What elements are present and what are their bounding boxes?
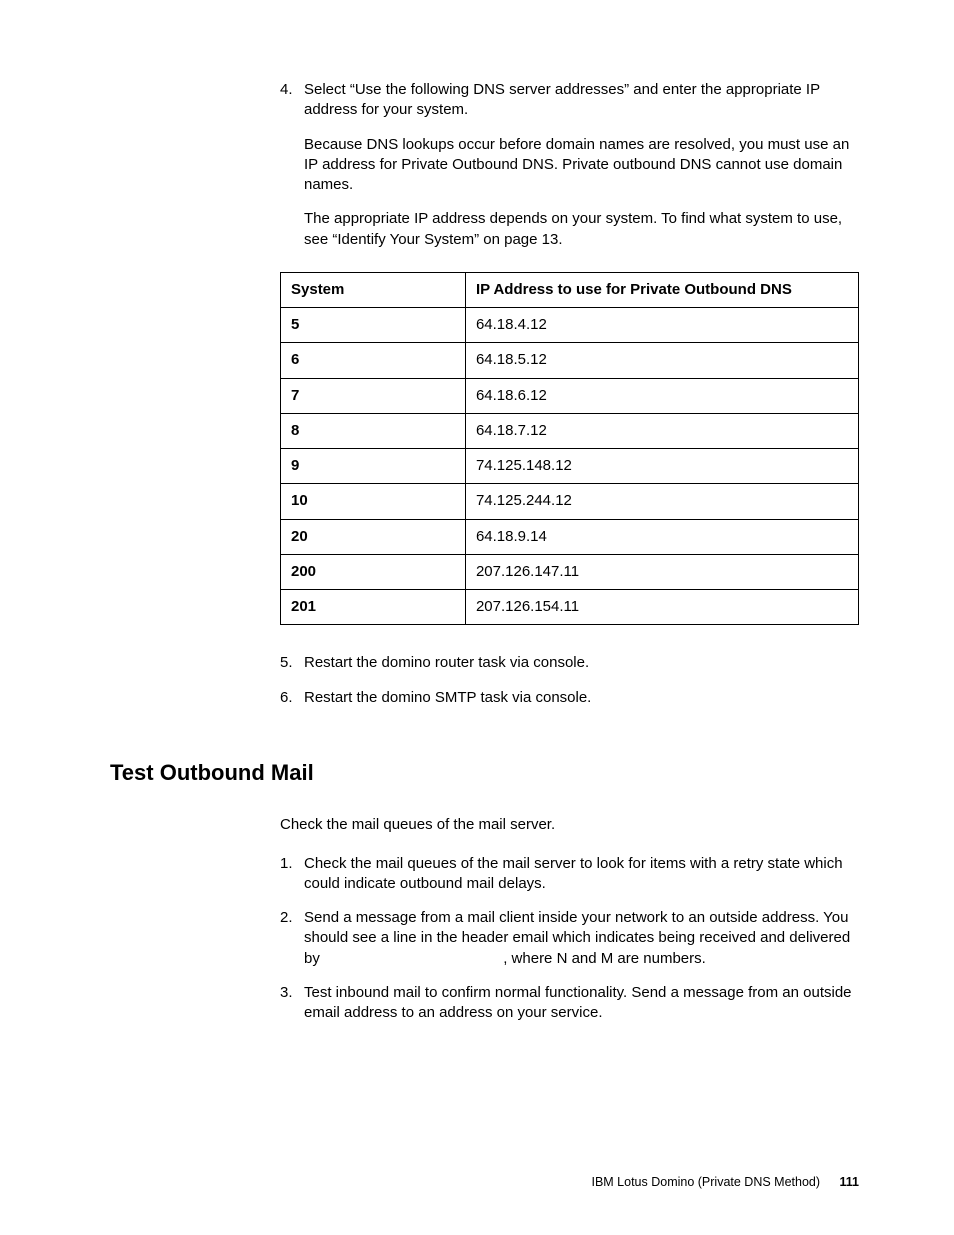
- table-row: 201207.126.154.11: [281, 590, 859, 625]
- table-row: 1074.125.244.12: [281, 484, 859, 519]
- list-item-2: 2. Send a message from a mail client ins…: [280, 908, 859, 969]
- cell-system: 10: [281, 484, 466, 519]
- list-number: 5.: [280, 653, 304, 673]
- list-body: Restart the domino router task via conso…: [304, 653, 859, 673]
- list-number: 2.: [280, 908, 304, 969]
- list-body: Test inbound mail to confirm normal func…: [304, 983, 859, 1024]
- cell-ip: 74.125.148.12: [465, 449, 858, 484]
- cell-system: 201: [281, 590, 466, 625]
- table-row: 974.125.148.12: [281, 449, 859, 484]
- table-row: 564.18.4.12: [281, 308, 859, 343]
- cell-ip: 64.18.7.12: [465, 413, 858, 448]
- cell-system: 8: [281, 413, 466, 448]
- cell-system: 200: [281, 554, 466, 589]
- section-heading-test-outbound: Test Outbound Mail: [110, 758, 859, 788]
- cell-ip: 64.18.9.14: [465, 519, 858, 554]
- cell-system: 7: [281, 378, 466, 413]
- list-item-1: 1. Check the mail queues of the mail ser…: [280, 854, 859, 895]
- page-number: 111: [840, 1175, 859, 1189]
- table-header-system: System: [281, 272, 466, 307]
- cell-ip: 64.18.6.12: [465, 378, 858, 413]
- content-column: 4. Select “Use the following DNS server …: [280, 80, 859, 708]
- list-item-5: 5. Restart the domino router task via co…: [280, 653, 859, 673]
- cell-system: 20: [281, 519, 466, 554]
- cell-system: 9: [281, 449, 466, 484]
- table-row: 200207.126.147.11: [281, 554, 859, 589]
- list-number: 6.: [280, 688, 304, 708]
- list-number: 4.: [280, 80, 304, 250]
- list-body: Select “Use the following DNS server add…: [304, 80, 859, 250]
- cell-ip: 207.126.154.11: [465, 590, 858, 625]
- table-row: 864.18.7.12: [281, 413, 859, 448]
- dns-table: System IP Address to use for Private Out…: [280, 272, 859, 626]
- paragraph: Select “Use the following DNS server add…: [304, 80, 859, 121]
- list-number: 3.: [280, 983, 304, 1024]
- table-row: 2064.18.9.14: [281, 519, 859, 554]
- list-item-3: 3. Test inbound mail to confirm normal f…: [280, 983, 859, 1024]
- paragraph: Check the mail queues of the mail server…: [280, 815, 859, 835]
- list-item-4: 4. Select “Use the following DNS server …: [280, 80, 859, 250]
- footer-title: IBM Lotus Domino (Private DNS Method): [591, 1175, 820, 1189]
- cell-ip: 64.18.4.12: [465, 308, 858, 343]
- table-row: 664.18.5.12: [281, 343, 859, 378]
- table-header-ip: IP Address to use for Private Outbound D…: [465, 272, 858, 307]
- list-body: Send a message from a mail client inside…: [304, 908, 859, 969]
- table-header-row: System IP Address to use for Private Out…: [281, 272, 859, 307]
- paragraph: The appropriate IP address depends on yo…: [304, 209, 859, 250]
- cell-system: 6: [281, 343, 466, 378]
- paragraph: Because DNS lookups occur before domain …: [304, 135, 859, 196]
- table-row: 764.18.6.12: [281, 378, 859, 413]
- cell-ip: 74.125.244.12: [465, 484, 858, 519]
- cell-ip: 64.18.5.12: [465, 343, 858, 378]
- list-number: 1.: [280, 854, 304, 895]
- list-body: Check the mail queues of the mail server…: [304, 854, 859, 895]
- list-item-6: 6. Restart the domino SMTP task via cons…: [280, 688, 859, 708]
- page: 4. Select “Use the following DNS server …: [0, 0, 954, 1235]
- cell-ip: 207.126.147.11: [465, 554, 858, 589]
- content-column: Check the mail queues of the mail server…: [280, 815, 859, 1023]
- list-body: Restart the domino SMTP task via console…: [304, 688, 859, 708]
- cell-system: 5: [281, 308, 466, 343]
- page-footer: IBM Lotus Domino (Private DNS Method) 11…: [591, 1174, 859, 1191]
